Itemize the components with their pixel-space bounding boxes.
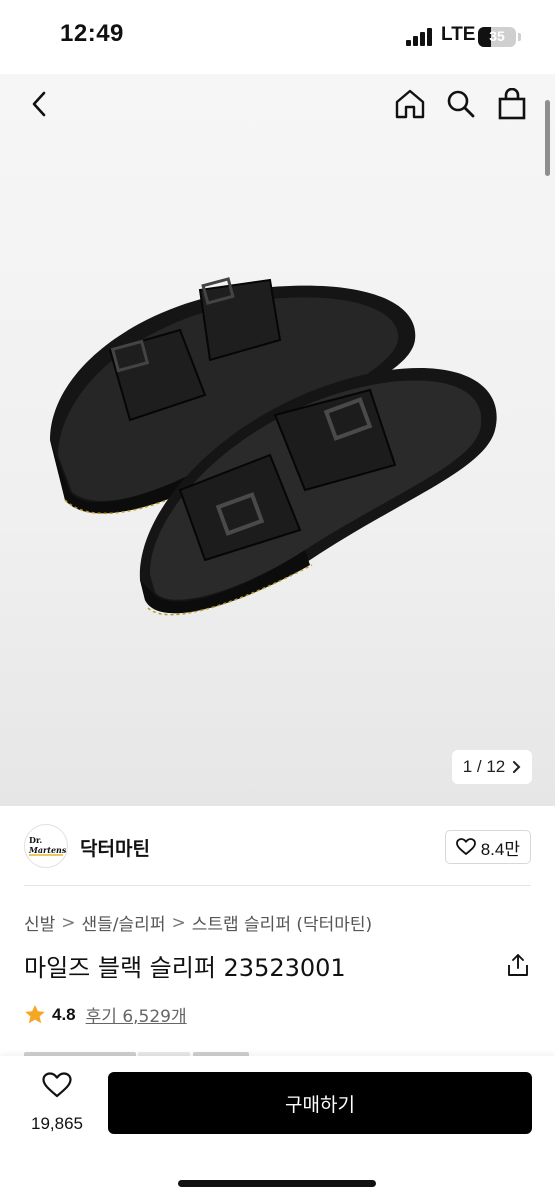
status-time: 12:49 [60,20,124,47]
breadcrumb: 신발 > 샌들/슬리퍼 > 스트랩 슬리퍼 (닥터마틴) [24,910,372,936]
cart-button[interactable] [492,84,532,124]
bottom-action-bar: 19,865 구매하기 [0,1056,555,1200]
breadcrumb-item[interactable]: 샌들/슬리퍼 [82,910,166,935]
product-image [50,277,497,616]
share-icon [508,954,528,976]
home-indicator [178,1180,376,1187]
heart-icon [455,838,476,855]
breadcrumb-item[interactable]: 스트랩 슬리퍼 (닥터마틴) [192,910,372,935]
chevron-right-icon [513,761,521,773]
rating-row: 4.8 후기 6,529개 [24,1002,187,1027]
shopping-bag-icon [498,88,526,120]
breadcrumb-separator: > [171,912,186,933]
brand-like-button[interactable]: 8.4만 [444,830,531,864]
wishlist-button[interactable]: 19,865 [20,1072,94,1134]
dr-martens-logo-icon: Dr. Martens [28,835,66,856]
search-icon [447,90,475,118]
share-button[interactable] [503,950,533,980]
breadcrumb-item[interactable]: 신발 [24,910,55,935]
svg-text:Dr.: Dr. [29,835,42,845]
brand-row: Dr. Martens 닥터마틴 8.4만 [24,820,531,886]
rating-score: 4.8 [52,1004,76,1024]
battery-cap [518,33,521,41]
product-title: 마일즈 블랙 슬리퍼 23523001 [24,954,346,982]
heart-icon [42,1072,72,1098]
star-icon [25,1005,45,1024]
battery-percent: 35 [489,28,505,44]
network-label: LTE [441,24,476,45]
breadcrumb-separator: > [61,912,76,933]
svg-text:Martens: Martens [28,845,66,855]
wishlist-count: 19,865 [31,1114,83,1133]
search-button[interactable] [441,84,481,124]
back-button[interactable] [20,84,60,124]
battery-icon: 35 [478,27,516,47]
status-bar: 12:49 LTE 35 [0,0,555,74]
gallery-page-counter[interactable]: 1 / 12 [452,750,532,784]
home-icon [395,89,425,119]
gallery-counter-label: 1 / 12 [462,757,506,776]
chevron-left-icon [32,91,46,117]
home-button[interactable] [390,84,430,124]
review-count-link[interactable]: 후기 6,529개 [86,1002,187,1027]
brand-logo[interactable]: Dr. Martens [24,824,68,868]
brand-name[interactable]: 닥터마틴 [80,834,150,861]
scroll-indicator[interactable] [545,100,550,176]
product-gallery[interactable]: 1 / 12 [0,74,555,806]
buy-button[interactable]: 구매하기 [108,1072,532,1134]
brand-like-count: 8.4만 [480,839,520,859]
signal-icon [406,28,434,46]
